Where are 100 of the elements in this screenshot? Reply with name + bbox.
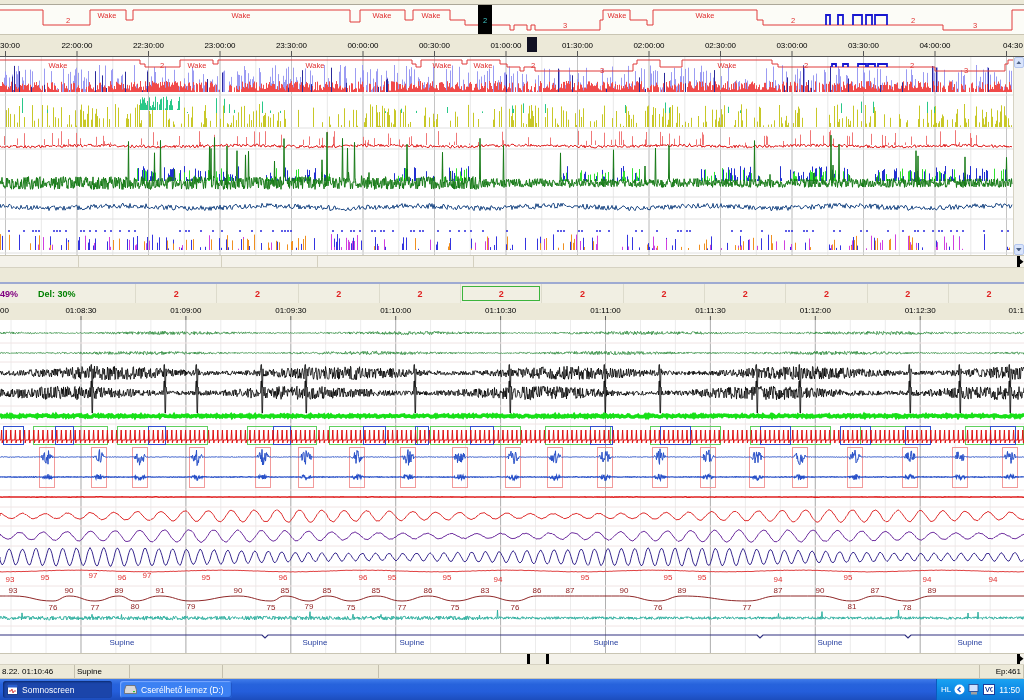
time-label: 00:00:00 xyxy=(347,40,379,50)
time-label: 01:10:00 xyxy=(380,305,412,315)
pulse-value: 83 xyxy=(480,585,490,595)
pulse-value: 85 xyxy=(371,585,381,595)
caret-right-icon xyxy=(1020,258,1024,265)
epoch-stage[interactable]: 2 xyxy=(462,286,541,301)
event-marker xyxy=(749,447,765,488)
epoch-stage[interactable]: 2 xyxy=(137,286,216,301)
pulse-value: 93 xyxy=(8,585,18,595)
time-label: 02:00:00 xyxy=(633,40,665,50)
event-marker xyxy=(597,447,613,488)
pulse-value: 89 xyxy=(927,585,937,595)
event-marker xyxy=(792,447,808,488)
computer-icon[interactable] xyxy=(968,684,981,695)
status-position: Supine xyxy=(77,667,102,676)
time-label: 04:00:00 xyxy=(919,40,951,50)
time-label: 01:09:30 xyxy=(275,305,307,315)
position-marker[interactable] xyxy=(527,37,537,52)
spo2-value: 94 xyxy=(493,574,503,584)
epoch-stage[interactable]: 2 xyxy=(381,286,460,301)
time-label: 01:1 xyxy=(1008,305,1024,315)
time-label: 23:30:00 xyxy=(275,40,308,50)
time-label: 01:11:30 xyxy=(695,305,726,315)
window-icon xyxy=(7,684,18,695)
pulse-value: 85 xyxy=(322,585,332,595)
caret-up-icon xyxy=(1016,60,1022,65)
pulse-value: 81 xyxy=(847,601,857,611)
pulse-value: 78 xyxy=(902,602,912,612)
pulse-value: 90 xyxy=(815,585,825,595)
spo2-value: 95 xyxy=(40,572,50,582)
scroll-down-button[interactable] xyxy=(1014,244,1024,255)
position-label: Supine xyxy=(302,637,328,647)
event-marker xyxy=(847,447,863,488)
drive-icon xyxy=(124,685,137,694)
time-label: 01:09:00 xyxy=(170,305,202,315)
status-epoch: Ep:461 xyxy=(995,667,1021,676)
epoch-stage[interactable]: 2 xyxy=(543,286,622,301)
event-marker xyxy=(3,426,24,445)
time-label: 01:30:00 xyxy=(561,40,594,50)
time-label: 01:11:00 xyxy=(590,305,621,315)
time-label: 00 xyxy=(0,305,9,315)
position-label: Supine xyxy=(957,637,983,647)
epoch-stage[interactable]: 2 xyxy=(624,286,703,301)
event-marker xyxy=(39,447,55,488)
time-label: 22:30:00 xyxy=(132,40,165,50)
spo2-value: 95 xyxy=(201,572,211,582)
epoch-stage[interactable]: 2 xyxy=(299,286,378,301)
pulse-value: 76 xyxy=(510,602,520,612)
taskbar-button[interactable]: Cserélhető lemez (D:) xyxy=(120,681,232,698)
event-marker xyxy=(505,447,521,488)
time-label: 03:30:00 xyxy=(847,40,880,50)
language-indicator[interactable]: HL xyxy=(941,685,952,694)
event-marker xyxy=(91,447,107,488)
scroll-right-button[interactable] xyxy=(1017,256,1024,267)
epoch-stage[interactable]: 2 xyxy=(706,286,785,301)
event-marker xyxy=(132,447,148,488)
event-marker xyxy=(902,447,918,488)
time-label: 01:10:30 xyxy=(485,305,517,315)
epoch-stage[interactable]: 2 xyxy=(950,286,1024,301)
time-label: 22:00:00 xyxy=(61,40,93,50)
epoch-stage[interactable]: 2 xyxy=(868,286,947,301)
time-label: 01:12:30 xyxy=(904,305,936,315)
time-label: 03:00:00 xyxy=(776,40,808,50)
pulse-value: 75 xyxy=(346,602,356,612)
pulse-value: 77 xyxy=(90,602,100,612)
epoch-stage[interactable]: 2 xyxy=(218,286,297,301)
pulse-value: 91 xyxy=(155,585,165,595)
spo2-value: 95 xyxy=(580,572,590,582)
app-tile-icon[interactable] xyxy=(983,684,996,695)
epoch-stage[interactable]: 2 xyxy=(787,286,866,301)
position-label: Supine xyxy=(593,637,619,647)
pulse-value: 77 xyxy=(742,602,752,612)
pulse-value: 79 xyxy=(186,601,196,611)
taskbar-button[interactable]: Somnoscreen xyxy=(3,681,112,698)
pulse-value: 87 xyxy=(773,585,783,595)
pulse-value: 86 xyxy=(423,585,433,595)
event-marker xyxy=(1002,447,1018,488)
spo2-value: 95 xyxy=(843,572,853,582)
spo2-value: 95 xyxy=(387,572,397,582)
spo2-value: 94 xyxy=(922,574,932,584)
position-label: Supine xyxy=(399,637,425,647)
pulse-value: 75 xyxy=(266,602,276,612)
pulse-value: 87 xyxy=(870,585,880,595)
position-label: Supine xyxy=(817,637,843,647)
pulse-value: 86 xyxy=(532,585,542,595)
caret-down-icon xyxy=(1016,247,1022,252)
scroll-up-button[interactable] xyxy=(1014,57,1024,68)
pulse-value: 90 xyxy=(233,585,243,595)
scrollbar-thumb[interactable] xyxy=(527,654,549,664)
spo2-value: 95 xyxy=(697,572,707,582)
position-label: Supine xyxy=(109,637,135,647)
pulse-value: 75 xyxy=(450,602,460,612)
spo2-value: 94 xyxy=(988,574,998,584)
spo2-value: 95 xyxy=(442,572,452,582)
pulse-value: 77 xyxy=(397,602,407,612)
cursor-marker[interactable] xyxy=(478,5,492,34)
pulse-value: 76 xyxy=(48,602,58,612)
time-label: 23:00:00 xyxy=(204,40,236,50)
clock: 11:50 xyxy=(999,684,1020,695)
event-marker xyxy=(700,447,716,488)
